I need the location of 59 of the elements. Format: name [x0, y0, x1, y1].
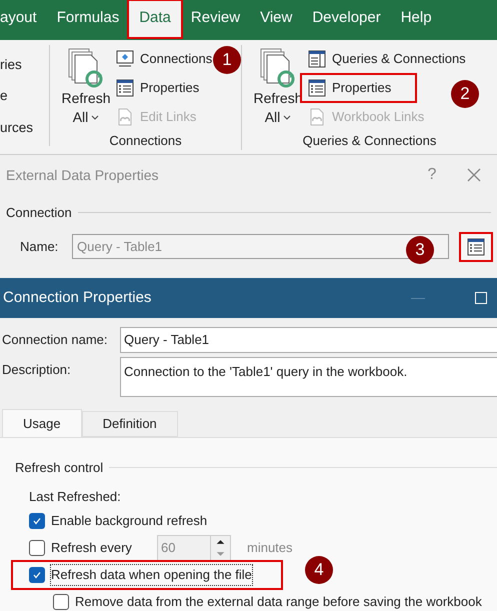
group-label: Connections: [108, 132, 183, 150]
dialog-tab[interactable]: Definition: [82, 411, 178, 437]
refresh-all-button[interactable]: Refresh All: [252, 45, 304, 130]
chevron-down-icon: [91, 115, 100, 120]
refresh-all-icon: [67, 47, 105, 89]
checkbox[interactable]: [29, 567, 45, 583]
chevron-down-icon: [283, 115, 292, 120]
refresh-all-button[interactable]: Refresh All: [60, 45, 112, 130]
button-label: Refresh: [253, 89, 303, 108]
dialog-title: External Data Properties: [6, 166, 160, 185]
button-label: All: [72, 108, 88, 127]
ribbon-command[interactable]: ries: [0, 55, 49, 76]
option-label: Refresh data when opening the file: [51, 565, 252, 585]
ribbon-command[interactable]: Properties: [302, 75, 416, 101]
description-field[interactable]: Connection to the 'Table1' query in the workbook.: [120, 357, 497, 397]
checkbox[interactable]: [53, 594, 69, 610]
queries-pane-icon: [308, 50, 326, 68]
unit-label: minutes: [247, 539, 293, 558]
ribbon-tab[interactable]: Review: [180, 0, 250, 36]
checkmark-icon: [32, 516, 42, 526]
checkbox[interactable]: [29, 513, 45, 529]
button-label: Refresh: [61, 89, 111, 108]
ribbon-tab[interactable]: ayout: [0, 0, 47, 36]
ribbon-command[interactable]: e: [0, 86, 49, 106]
refresh-all-icon: [259, 47, 297, 89]
ribbon-tab[interactable]: Formulas: [46, 0, 130, 36]
ribbon-command[interactable]: Connections: [114, 46, 214, 72]
field-label: Description:: [1, 361, 72, 379]
section-heading: Connection: [6, 204, 72, 222]
dialog-title: Connection Properties: [3, 288, 152, 308]
option-label: Remove data from the external data range before saving the workbook: [75, 593, 482, 611]
ribbon-tab[interactable]: Help: [390, 0, 442, 36]
option-label: Refresh every: [51, 540, 132, 556]
field-label: Name:: [20, 238, 60, 256]
checkmark-icon: [32, 570, 42, 580]
button-label: All: [264, 108, 280, 127]
close-icon[interactable]: [467, 168, 481, 182]
properties-icon: [467, 238, 485, 256]
properties-icon: [308, 79, 326, 97]
section-heading: Refresh control: [15, 459, 104, 477]
group-label: Queries & Connections: [302, 132, 438, 150]
connection-name-field[interactable]: Query - Table1: [120, 326, 497, 352]
dialog-tab[interactable]: Usage: [2, 409, 82, 437]
ribbon-tab[interactable]: View: [250, 0, 302, 36]
checkbox[interactable]: [29, 540, 45, 556]
field-label: Connection name:: [1, 330, 109, 349]
maximize-icon[interactable]: [475, 292, 487, 304]
connections-icon: [116, 50, 134, 68]
last-refreshed-label: Last Refreshed:: [28, 488, 122, 506]
ribbon-command[interactable]: Queries & Connections: [306, 46, 468, 72]
ribbon-tab[interactable]: Data: [129, 0, 181, 36]
ribbon-command[interactable]: Properties: [114, 75, 202, 101]
link-document-icon: [308, 108, 326, 126]
link-document-icon: [116, 108, 134, 126]
ribbon-command[interactable]: urces: [0, 118, 49, 138]
properties-icon: [116, 79, 134, 97]
connection-properties-button[interactable]: [459, 232, 493, 262]
option-label: Enable background refresh: [51, 512, 208, 530]
ribbon-tab[interactable]: Developer: [302, 0, 391, 36]
